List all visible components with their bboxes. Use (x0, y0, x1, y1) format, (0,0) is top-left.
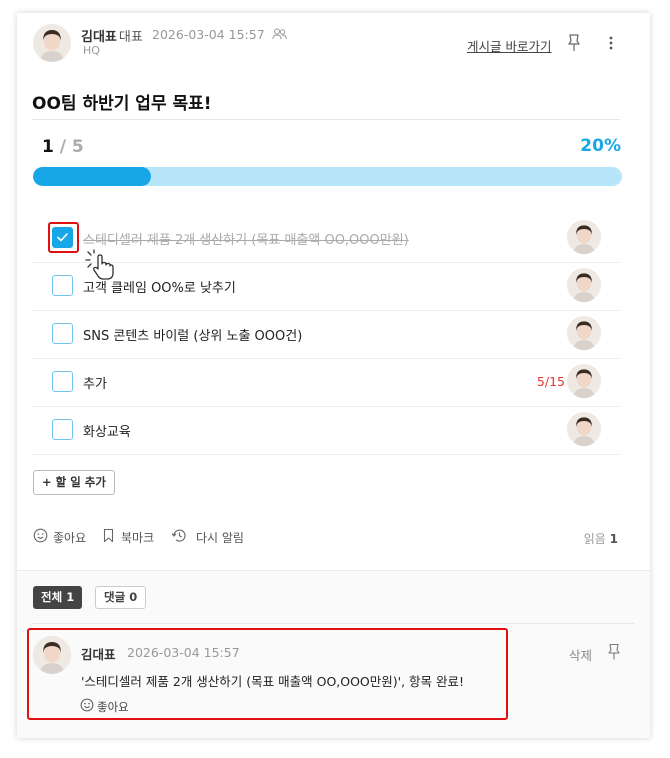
task-subtask-count: 5/15 (536, 374, 565, 389)
author-role: 대표 (118, 30, 143, 45)
like-label: 좋아요 (53, 531, 87, 545)
reminder-icon (171, 529, 186, 542)
task-checkbox[interactable] (52, 323, 73, 344)
comment-avatar[interactable] (33, 636, 71, 674)
task-checkbox[interactable] (52, 371, 73, 392)
task-row: 추가 5/15 (32, 358, 620, 407)
author-avatar[interactable] (33, 24, 71, 62)
post-date: 2026-03-04 15:57 (152, 27, 288, 42)
more-icon[interactable] (606, 33, 616, 53)
pin-icon[interactable] (566, 33, 582, 53)
task-row: 고객 클레임 OO%로 낮추기 (32, 262, 620, 311)
read-count[interactable]: 읽음 1 (584, 530, 618, 547)
comments-divider (33, 623, 634, 624)
task-label[interactable]: 화상교육 (83, 421, 131, 440)
remind-label: 다시 알림 (196, 531, 244, 545)
task-row: SNS 콘텐츠 바이럴 (상위 노출 OOO건) (32, 310, 620, 359)
check-icon (57, 233, 68, 242)
progress-bar (33, 167, 622, 186)
task-label[interactable]: 고객 클레임 OO%로 낮추기 (83, 277, 236, 296)
task-assignee-avatar[interactable] (567, 220, 601, 254)
task-row: 화상교육 (32, 406, 620, 455)
comment-text: '스테디셀러 제품 2개 생산하기 (목표 매출액 OO,OOO만원)', 항목… (81, 674, 465, 689)
add-task-button[interactable]: + 할 일 추가 (33, 470, 115, 495)
comment-like-label: 좋아요 (97, 700, 129, 714)
pin-icon[interactable] (607, 643, 621, 661)
smile-icon (33, 528, 48, 543)
people-icon (272, 28, 287, 40)
task-assignee-avatar[interactable] (567, 364, 601, 398)
comment-delete-button[interactable]: 삭제 (569, 645, 592, 664)
task-checkbox[interactable] (52, 227, 73, 248)
progress-count: 1 / 5 (42, 137, 84, 157)
task-assignee-avatar[interactable] (567, 268, 601, 302)
bookmark-icon (103, 528, 114, 543)
post-title: OO팀 하반기 업무 목표! (32, 94, 212, 114)
smile-icon (80, 698, 94, 712)
bookmark-label: 북마크 (121, 531, 155, 545)
post-card: 김대표 대표 2026-03-04 15:57 HQ 게시글 바로가기 OO팀 하… (17, 13, 650, 738)
comment-author: 김대표 (81, 647, 116, 662)
team-label: HQ (83, 44, 100, 57)
task-label[interactable]: SNS 콘텐츠 바이럴 (상위 노출 OOO건) (83, 325, 302, 344)
goto-post-link[interactable]: 게시글 바로가기 (467, 36, 551, 55)
comment-date: 2026-03-04 15:57 (127, 645, 240, 660)
task-row: 스테디셀러 제품 2개 생산하기 (목표 매출액 OO,OOO만원) (32, 214, 620, 263)
author-name: 김대표 대표 (81, 30, 143, 45)
task-label[interactable]: 추가 (83, 373, 107, 392)
task-assignee-avatar[interactable] (567, 412, 601, 446)
progress-bar-fill (33, 167, 151, 186)
task-label[interactable]: 스테디셀러 제품 2개 생산하기 (목표 매출액 OO,OOO만원) (83, 229, 409, 248)
tab-all[interactable]: 전체 1 (33, 586, 83, 609)
task-checkbox[interactable] (52, 275, 73, 296)
tab-comments[interactable]: 댓글 0 (95, 586, 147, 609)
task-checkbox[interactable] (52, 419, 73, 440)
title-divider (32, 119, 620, 120)
progress-percent: 20% (580, 136, 621, 156)
task-assignee-avatar[interactable] (567, 316, 601, 350)
